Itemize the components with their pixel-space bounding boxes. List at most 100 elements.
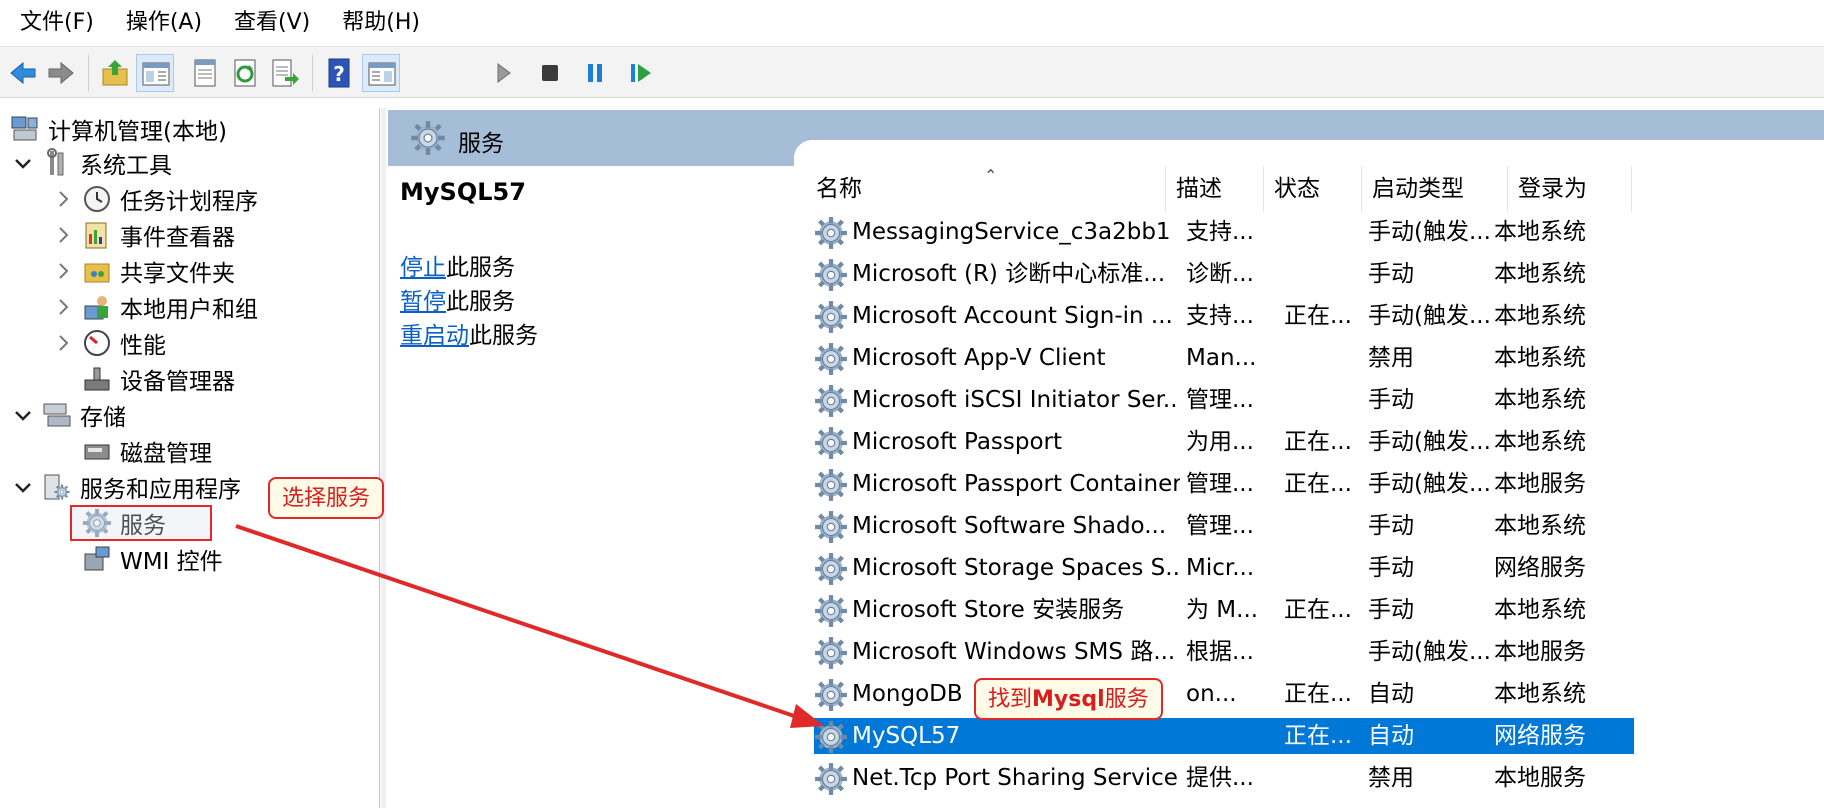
stop-service-button[interactable] bbox=[531, 54, 569, 92]
tree-item-storage[interactable]: 存储 bbox=[12, 398, 126, 432]
console-tree-button[interactable] bbox=[362, 54, 400, 92]
service-logon-cell: 本地服务 bbox=[1494, 765, 1586, 791]
chevron-down-icon[interactable] bbox=[12, 476, 34, 498]
stop-service-link[interactable]: 停止 bbox=[400, 255, 446, 281]
service-startup-cell: 手动 bbox=[1368, 261, 1414, 287]
column-startup-type[interactable]: 启动类型 bbox=[1362, 166, 1508, 212]
menu-bar: 文件(F) 操作(A) 查看(V) 帮助(H) bbox=[0, 0, 1824, 46]
tree-label: 性能 bbox=[120, 333, 166, 359]
table-row[interactable]: Microsoft Software Shado... 管理... 手动 本地系统 bbox=[814, 508, 1634, 544]
system-tools-icon bbox=[42, 148, 72, 178]
pause-service-button[interactable] bbox=[576, 54, 614, 92]
service-logon-cell: 网络服务 bbox=[1494, 723, 1586, 749]
table-row[interactable]: Microsoft Store 安装服务 为 M... 正在... 手动 本地系统 bbox=[814, 592, 1634, 628]
chevron-right-icon[interactable] bbox=[52, 224, 74, 246]
chevron-right-icon[interactable] bbox=[52, 332, 74, 354]
column-status[interactable]: 状态 bbox=[1264, 166, 1362, 212]
service-startup-cell: 手动(触发... bbox=[1368, 639, 1491, 665]
tree-item-local-users[interactable]: 本地用户和组 bbox=[52, 290, 258, 324]
gear-icon bbox=[814, 342, 848, 376]
table-row[interactable]: MessagingService_c3a2bb1 支持... 手动(触发... 本地系… bbox=[814, 214, 1634, 250]
start-service-button[interactable] bbox=[484, 54, 522, 92]
service-logon-cell: 本地系统 bbox=[1494, 345, 1586, 371]
tree-item-device-manager[interactable]: 设备管理器 bbox=[82, 362, 235, 396]
properties-button[interactable] bbox=[186, 54, 224, 92]
table-row[interactable]: Microsoft Passport Container 管理... 正在... 手动… bbox=[814, 466, 1634, 502]
tree-item-services-apps[interactable]: 服务和应用程序 bbox=[12, 470, 241, 504]
table-row[interactable]: Microsoft App-V Client Man... 禁用 本地系统 bbox=[814, 340, 1634, 376]
pause-service-link[interactable]: 暂停 bbox=[400, 289, 446, 315]
back-icon bbox=[10, 61, 36, 85]
column-name[interactable]: 名称 bbox=[806, 166, 1166, 212]
help-button[interactable]: ? bbox=[320, 54, 358, 92]
menu-view[interactable]: 查看(V) bbox=[218, 0, 326, 46]
back-button[interactable] bbox=[4, 54, 42, 92]
column-description[interactable]: 描述 bbox=[1166, 166, 1264, 212]
service-startup-cell: 禁用 bbox=[1368, 345, 1414, 371]
menu-help[interactable]: 帮助(H) bbox=[326, 0, 436, 46]
menu-action[interactable]: 操作(A) bbox=[110, 0, 218, 46]
restart-service-link[interactable]: 重启动 bbox=[400, 323, 469, 349]
service-name-cell: Net.Tcp Port Sharing Service bbox=[852, 765, 1178, 791]
up-folder-button[interactable] bbox=[96, 54, 134, 92]
service-startup-cell: 自动 bbox=[1368, 723, 1414, 749]
forward-icon bbox=[48, 61, 74, 85]
service-description-cell: on... bbox=[1186, 681, 1237, 707]
performance-icon bbox=[82, 328, 112, 358]
export-button[interactable] bbox=[266, 54, 304, 92]
menu-file[interactable]: 文件(F) bbox=[10, 0, 110, 46]
service-logon-cell: 本地系统 bbox=[1494, 261, 1586, 287]
tree-item-performance[interactable]: 性能 bbox=[52, 326, 166, 360]
table-row[interactable]: Microsoft (R) 诊断中心标准... 诊断... 手动 本地系统 bbox=[814, 256, 1634, 292]
service-status-cell bbox=[1284, 214, 1376, 250]
service-description-cell: Man... bbox=[1186, 345, 1257, 371]
table-row[interactable]: Microsoft Storage Spaces S... Micr... 手动 网络… bbox=[814, 550, 1634, 586]
gear-icon bbox=[814, 636, 848, 670]
column-logon-as[interactable]: 登录为 bbox=[1508, 166, 1632, 212]
chevron-right-icon[interactable] bbox=[52, 296, 74, 318]
tree-item-task-scheduler[interactable]: 任务计划程序 bbox=[52, 182, 258, 216]
tree-item-wmi[interactable]: WMI 控件 bbox=[82, 542, 223, 576]
chevron-down-icon[interactable] bbox=[12, 404, 34, 426]
resume-service-button[interactable] bbox=[622, 54, 660, 92]
service-status-cell: 正在... bbox=[1284, 723, 1352, 749]
refresh-button[interactable] bbox=[226, 54, 264, 92]
pause-icon bbox=[588, 64, 602, 82]
table-row[interactable]: Microsoft Windows SMS 路... 根据... 手动(触发... 本… bbox=[814, 634, 1634, 670]
service-logon-cell: 本地系统 bbox=[1494, 303, 1586, 329]
chevron-down-icon[interactable] bbox=[12, 152, 34, 174]
help-icon: ? bbox=[328, 58, 350, 88]
tree-item-system-tools[interactable]: 系统工具 bbox=[12, 146, 172, 180]
table-row[interactable]: MySQL57 正在... 自动 网络服务 bbox=[814, 718, 1634, 754]
service-description-cell: 为用... bbox=[1186, 429, 1254, 455]
forward-button[interactable] bbox=[42, 54, 80, 92]
console-icon bbox=[368, 62, 396, 86]
chevron-right-icon[interactable] bbox=[52, 188, 74, 210]
service-logon-cell: 本地系统 bbox=[1494, 219, 1586, 245]
table-row[interactable]: Microsoft Passport 为用... 正在... 手动(触发... 本地系统 bbox=[814, 424, 1634, 460]
service-logon-cell: 网络服务 bbox=[1494, 555, 1586, 581]
tree-item-event-viewer[interactable]: 事件查看器 bbox=[52, 218, 235, 252]
pane-splitter[interactable] bbox=[381, 108, 386, 808]
tree-label: 存储 bbox=[80, 405, 126, 431]
table-row[interactable]: Microsoft Account Sign-in ... 支持... 正在... 手… bbox=[814, 298, 1634, 334]
gear-icon bbox=[814, 426, 848, 460]
service-name-cell: MySQL57 bbox=[852, 723, 961, 749]
service-status-cell bbox=[1284, 634, 1376, 670]
gear-icon bbox=[814, 216, 848, 250]
chevron-right-icon[interactable] bbox=[52, 260, 74, 282]
table-row[interactable]: MongoDB on... 正在... 自动 本地系统 bbox=[814, 676, 1634, 712]
service-startup-cell: 自动 bbox=[1368, 681, 1414, 707]
tree-item-computer-management[interactable]: 计算机管理(本地) bbox=[10, 112, 227, 146]
service-startup-cell: 手动 bbox=[1368, 555, 1414, 581]
tree-item-shared-folders[interactable]: 共享文件夹 bbox=[52, 254, 235, 288]
wmi-icon bbox=[82, 544, 112, 574]
tree-label: 服务和应用程序 bbox=[80, 477, 241, 503]
tree-label: 系统工具 bbox=[80, 153, 172, 179]
service-description-cell: 管理... bbox=[1186, 387, 1254, 413]
service-name-cell: Microsoft Storage Spaces S... bbox=[852, 555, 1180, 581]
table-row[interactable]: Net.Tcp Port Sharing Service 提供... 禁用 本地服务 bbox=[814, 760, 1634, 796]
table-row[interactable]: Microsoft iSCSI Initiator Ser... 管理... 手动 本… bbox=[814, 382, 1634, 418]
tree-item-disk-management[interactable]: 磁盘管理 bbox=[82, 434, 212, 468]
show-hide-tree-button[interactable] bbox=[136, 54, 174, 92]
